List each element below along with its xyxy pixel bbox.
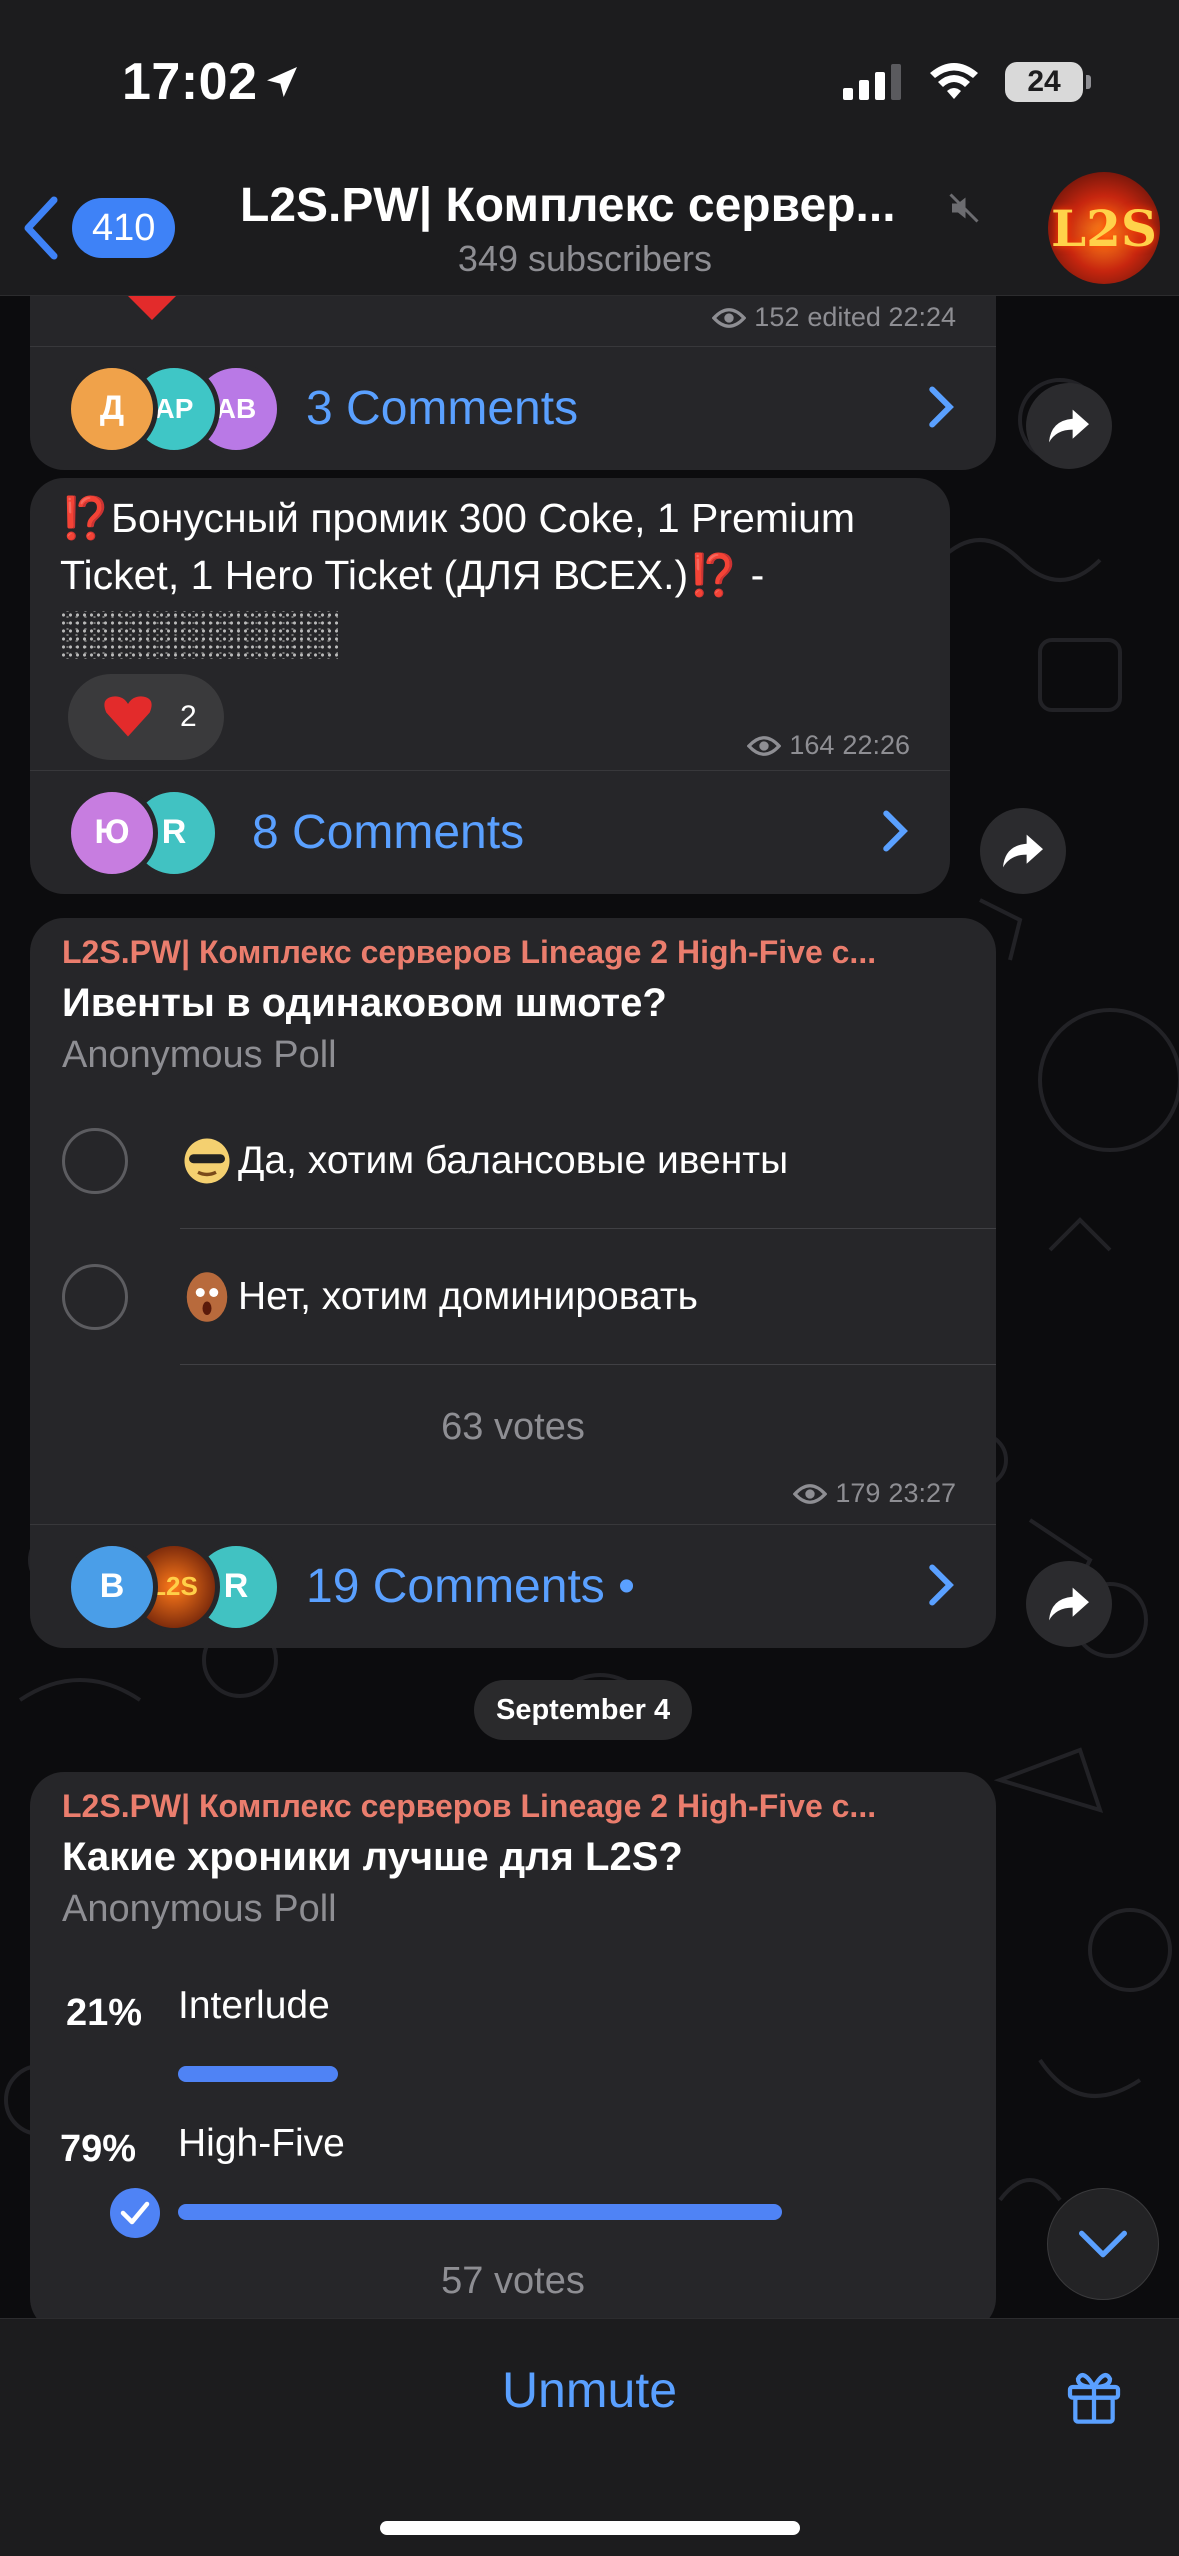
date-separator: September 4 bbox=[474, 1680, 693, 1740]
share-icon bbox=[1049, 409, 1089, 443]
avatar: Д bbox=[66, 362, 158, 455]
shocked-emoji-icon bbox=[186, 1272, 228, 1322]
eye-icon bbox=[793, 1483, 828, 1504]
poll-bubble: L2S.PW| Комплекс серверов Lineage 2 High… bbox=[30, 918, 996, 1648]
comments-link[interactable]: 19 Comments • bbox=[306, 1559, 635, 1614]
chevron-down-icon bbox=[1078, 2230, 1127, 2258]
message-text-content: ⁉️Бонусный промик 300 Coke, 1 Premium Ti… bbox=[60, 495, 856, 598]
poll-header: L2S.PW| Комплекс серверов Lineage 2 High… bbox=[62, 934, 942, 1077]
view-count: 179 bbox=[835, 1478, 881, 1508]
share-button[interactable] bbox=[1026, 1561, 1112, 1647]
sunglasses-emoji-icon bbox=[184, 1138, 230, 1184]
message-time: edited 22:24 bbox=[807, 302, 956, 332]
message-time: 22:26 bbox=[842, 730, 910, 760]
comments-link[interactable]: 8 Comments bbox=[252, 805, 524, 860]
avatar: Ю bbox=[66, 786, 158, 879]
result-percent: 21% bbox=[66, 1992, 143, 2034]
commenter-avatars: Д АР АВ bbox=[66, 362, 306, 455]
chevron-right-icon bbox=[929, 386, 954, 428]
poll-option-label: Нет, хотим доминировать bbox=[238, 1275, 699, 1318]
chosen-checkmark bbox=[110, 2188, 160, 2238]
result-bar bbox=[178, 2066, 338, 2082]
status-icons: 24 bbox=[843, 62, 1091, 102]
result-label: Interlude bbox=[178, 1984, 330, 2027]
poll-results-bubble: L2S.PW| Комплекс серверов Lineage 2 High… bbox=[30, 1772, 996, 2332]
poll-option[interactable]: Да, хотим балансовые ивенты bbox=[30, 1093, 996, 1229]
channel-title[interactable]: L2S.PW| Комплекс сервер... bbox=[240, 178, 940, 233]
scroll-down-button[interactable] bbox=[1047, 2188, 1159, 2300]
channel-avatar[interactable]: L2S bbox=[1048, 172, 1160, 284]
subscriber-count: 349 subscribers bbox=[457, 238, 713, 279]
spoiler-text[interactable] bbox=[60, 611, 338, 660]
location-arrow-icon bbox=[267, 67, 297, 97]
signal-icon bbox=[843, 64, 901, 100]
poll-option-label-wrap: Нет, хотим доминировать bbox=[180, 1270, 698, 1324]
share-icon bbox=[1049, 1587, 1089, 1621]
chevron-right-icon bbox=[883, 810, 908, 852]
poll-radio[interactable] bbox=[62, 1264, 128, 1330]
poll-header: L2S.PW| Комплекс серверов Lineage 2 High… bbox=[62, 1788, 942, 1931]
poll-type: Anonymous Poll bbox=[62, 1034, 337, 1076]
message-time: 23:27 bbox=[888, 1478, 956, 1508]
message-text: ⁉️Бонусный промик 300 Coke, 1 Premium Ti… bbox=[60, 490, 940, 661]
chevron-right-icon bbox=[929, 1564, 954, 1606]
view-count: 164 bbox=[789, 730, 835, 760]
result-percent: 79% bbox=[60, 2128, 137, 2170]
view-count: 152 bbox=[754, 302, 800, 332]
channel-source-name[interactable]: L2S.PW| Комплекс серверов Lineage 2 High… bbox=[62, 1788, 942, 1825]
comments-link[interactable]: 3 Comments bbox=[306, 381, 578, 436]
comments-row[interactable]: B L2S R 19 Comments • bbox=[30, 1524, 996, 1648]
poll-option[interactable]: Нет, хотим доминировать bbox=[30, 1229, 996, 1365]
message-meta: 164 22:26 bbox=[747, 730, 910, 761]
poll-radio[interactable] bbox=[62, 1128, 128, 1194]
checkmark-icon bbox=[120, 2201, 150, 2225]
back-button[interactable]: 410 bbox=[22, 196, 176, 260]
poll-votes: 63 votes bbox=[441, 1406, 585, 1448]
poll-type: Anonymous Poll bbox=[62, 1888, 337, 1930]
back-chevron-icon bbox=[24, 196, 58, 260]
commenter-avatars: Ю R bbox=[66, 786, 252, 879]
eye-icon bbox=[747, 735, 782, 756]
result-label: High-Five bbox=[178, 2122, 345, 2165]
share-button[interactable] bbox=[1026, 383, 1112, 469]
commenter-avatars: B L2S R bbox=[66, 1540, 306, 1633]
gift-icon[interactable] bbox=[1062, 2363, 1126, 2427]
unread-count-badge: 410 bbox=[72, 198, 176, 258]
heart-icon bbox=[104, 696, 152, 737]
poll-votes: 57 votes bbox=[441, 2260, 585, 2302]
message-meta: 179 23:27 bbox=[793, 1478, 956, 1509]
message-meta: 152 edited 22:24 bbox=[712, 302, 956, 333]
wifi-icon bbox=[930, 63, 978, 99]
header-bar: 17:02 24 410 L2S.PW| Комплекс сервер... … bbox=[0, 0, 1179, 296]
eye-icon bbox=[712, 307, 747, 328]
channel-source-name[interactable]: L2S.PW| Комплекс серверов Lineage 2 High… bbox=[62, 934, 942, 971]
unmute-button[interactable]: Unmute bbox=[0, 2361, 1179, 2419]
share-button[interactable] bbox=[980, 808, 1066, 894]
mute-icon bbox=[949, 193, 979, 223]
divider bbox=[180, 1364, 996, 1365]
bottom-bar: Unmute bbox=[0, 2318, 1179, 2556]
share-icon bbox=[1003, 834, 1043, 868]
battery-icon: 24 bbox=[1005, 62, 1091, 102]
home-indicator bbox=[380, 2521, 800, 2535]
result-bar bbox=[178, 2204, 782, 2220]
reaction-count: 2 bbox=[180, 700, 197, 733]
message-bubble-2[interactable]: ⁉️Бонусный промик 300 Coke, 1 Premium Ti… bbox=[30, 478, 950, 894]
poll-question: Ивенты в одинаковом шмоте? bbox=[62, 981, 667, 1025]
comments-row[interactable]: Д АР АВ 3 Comments bbox=[30, 346, 996, 470]
status-time: 17:02 bbox=[122, 53, 258, 111]
reaction-heart[interactable]: 2 bbox=[68, 674, 224, 760]
channel-avatar-text: L2S bbox=[1050, 198, 1158, 258]
poll-option-label-wrap: Да, хотим балансовые ивенты bbox=[180, 1134, 788, 1188]
avatar: B bbox=[66, 1540, 158, 1633]
poll-question: Какие хроники лучше для L2S? bbox=[62, 1835, 683, 1879]
poll-option-label: Да, хотим балансовые ивенты bbox=[238, 1139, 789, 1182]
comments-row[interactable]: Ю R 8 Comments bbox=[30, 770, 950, 894]
